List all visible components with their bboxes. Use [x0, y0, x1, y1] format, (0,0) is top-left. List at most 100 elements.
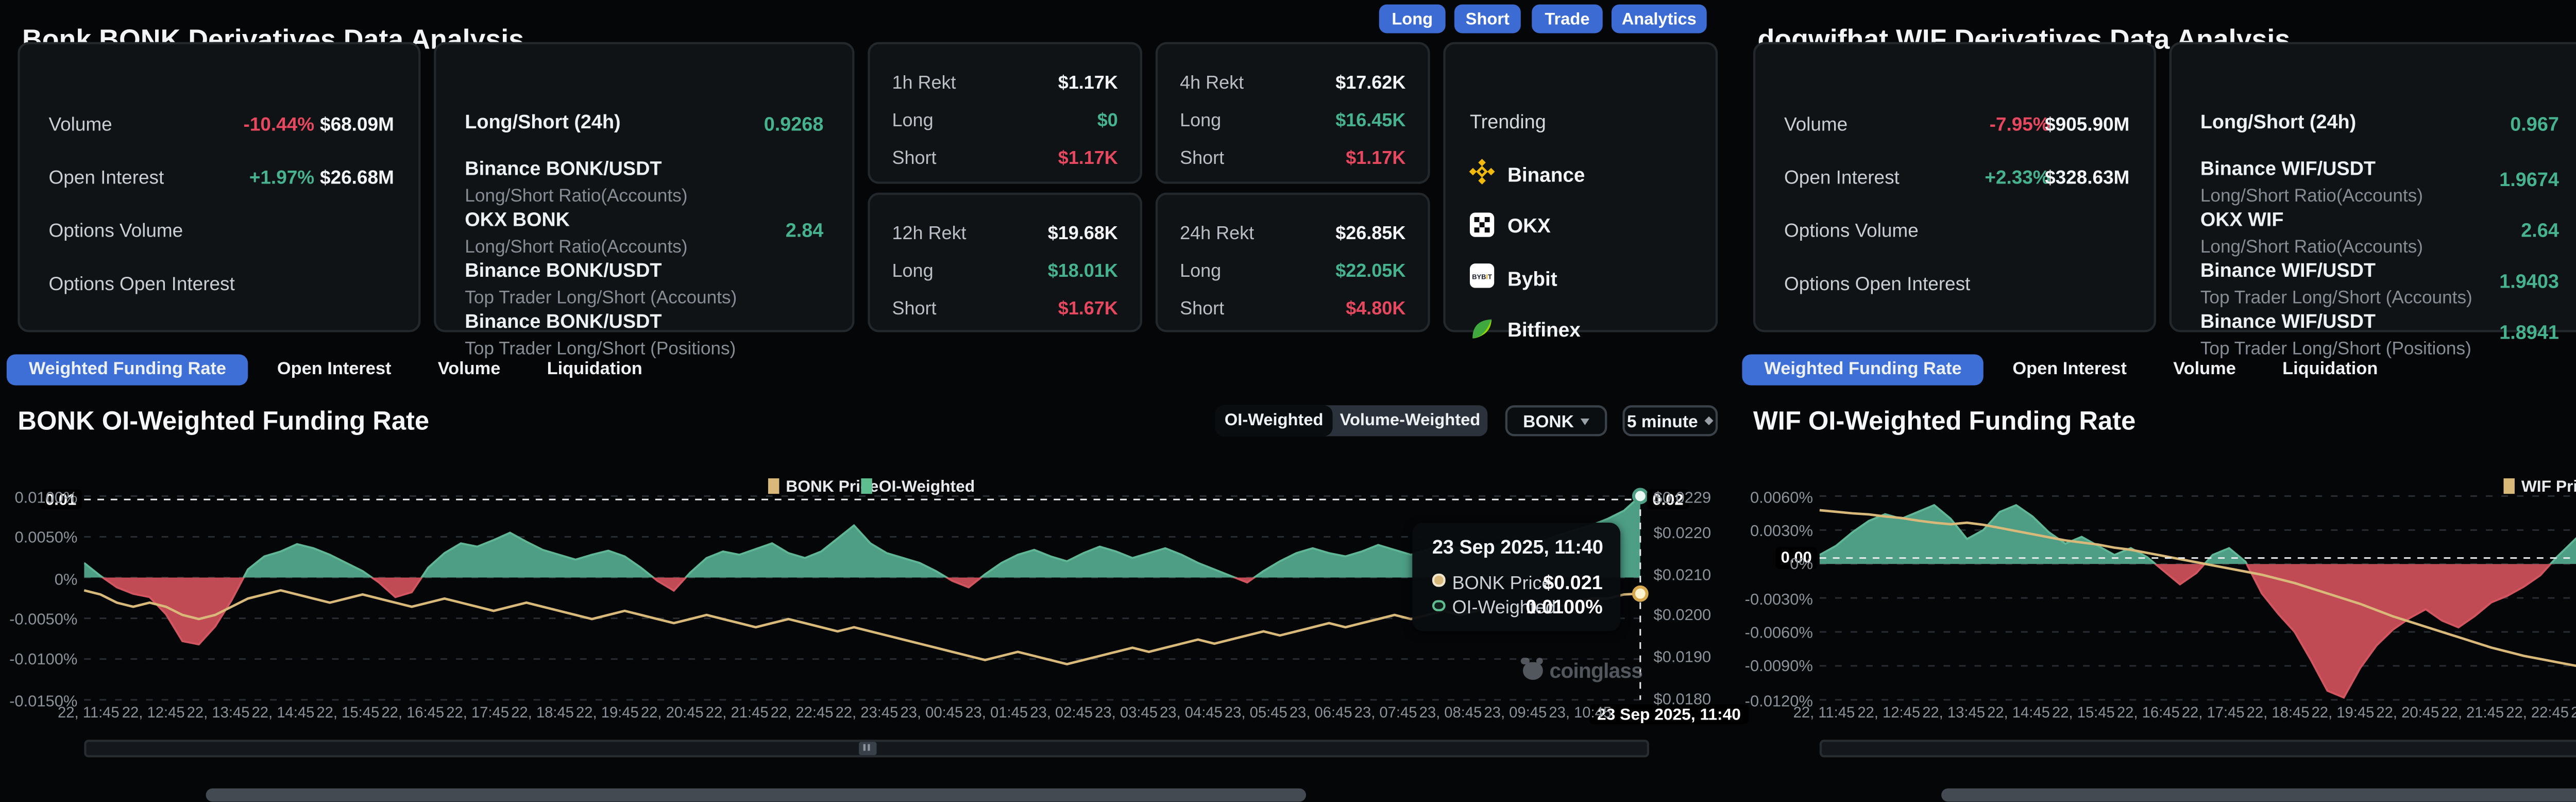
long-button[interactable]: Long [1379, 5, 1446, 34]
stat-label: Volume [49, 113, 112, 135]
ratio-title: OKX BONK [465, 208, 823, 230]
price-axis-label: $0.0220 [1654, 524, 1711, 544]
oi-dot-icon [1432, 599, 1445, 611]
header-actions: Long Short Trade Analytics [0, 2, 1736, 33]
navigator-handle[interactable] [859, 743, 876, 755]
symbol-dropdown[interactable]: BONK [1505, 405, 1607, 436]
stat-label: Options Volume [49, 219, 183, 241]
chart-heading: WIF OI-Weighted Funding Rate [1753, 405, 2136, 436]
tab-weighted-funding-rate[interactable]: Weighted Funding Rate [1742, 355, 1984, 385]
trade-button[interactable]: Trade [1532, 5, 1602, 34]
rekt-short-label: Short [892, 146, 937, 169]
ratio-sub: Long/Short Ratio(Accounts) [2200, 236, 2559, 256]
tab-liquidation[interactable]: Liquidation [534, 355, 656, 385]
tab-open-interest[interactable]: Open Interest [264, 355, 404, 385]
interval-dropdown[interactable]: 5 minute [1622, 405, 1718, 436]
tab-weighted-funding-rate[interactable]: Weighted Funding Rate [7, 355, 248, 385]
tab-liquidation[interactable]: Liquidation [2269, 355, 2391, 385]
rekt-short-value: $1.17K [1058, 146, 1118, 169]
chart-area[interactable] [1820, 496, 2576, 699]
rekt-long-value: $16.45K [1335, 109, 1405, 131]
ratio-sub: Long/Short Ratio(Accounts) [465, 185, 823, 205]
legend-item-price[interactable]: WIF Price [2503, 475, 2576, 495]
trending-item-bybit[interactable]: BYBIT Bybit [1470, 263, 1557, 292]
chart-navigator[interactable] [1820, 739, 2576, 756]
trending-item-bitfinex[interactable]: Bitfinex [1470, 315, 1581, 344]
ratio-row: Long/Short (24h) 0.9268 [465, 111, 823, 138]
stat-row-open-interest: Open Interest +1.97% $26.68M [49, 166, 394, 190]
rekt-card-1h: 1h Rekt$1.17K Long$0 Short$1.17K [868, 42, 1142, 183]
ratio-row: OKX BONK Long/Short Ratio(Accounts) 2.84 [465, 208, 823, 253]
rekt-long-label: Long [892, 109, 934, 131]
stat-change: -7.95% [1990, 113, 2050, 135]
long-short-card: Long/Short (24h) 0.9268 Binance BONK/USD… [434, 42, 854, 332]
horizontal-scrollbar-thumb[interactable] [1941, 789, 2576, 801]
chart-tabs: Weighted Funding Rate Open Interest Volu… [7, 354, 675, 385]
rekt-long-label: Long [892, 259, 934, 281]
funding-axis-label: -0.0060% [1736, 623, 1813, 643]
coinglass-bear-icon [1523, 662, 1543, 680]
tooltip-value: $0.021 [1543, 570, 1603, 592]
rekt-total: $17.62K [1335, 71, 1405, 93]
ratio-value: 1.9674 [2499, 169, 2559, 191]
ratio-value: 2.64 [2521, 219, 2559, 241]
chart-legend: WIF Price OI-Weighted [1736, 475, 2576, 495]
chart-tooltip: 23 Sep 2025, 11:40 BONK Price $0.021 OI-… [1412, 523, 1620, 631]
stat-change: +1.97% [249, 166, 314, 188]
ratio-value: 1.9403 [2499, 270, 2559, 292]
ratio-row: Binance BONK/USDT Long/Short Ratio(Accou… [465, 157, 823, 202]
rekt-label: 24h Rekt [1180, 222, 1254, 244]
ratio-row: Binance WIF/USDT Long/Short Ratio(Accoun… [2200, 157, 2559, 202]
rekt-short-label: Short [1180, 297, 1224, 319]
ratio-title: Binance BONK/USDT [465, 157, 823, 179]
volume-weighted-segment[interactable]: Volume-Weighted [1333, 405, 1488, 436]
legend-label: WIF Price [2521, 475, 2576, 495]
price-axis-label: $0.0200 [1654, 606, 1711, 626]
legend-swatch-price [2503, 477, 2514, 493]
funding-axis-label: 0% [0, 568, 77, 588]
price-axis-label: $0.0229 [1654, 487, 1711, 507]
ratio-title: Long/Short (24h) [2200, 111, 2559, 133]
horizontal-scrollbar-thumb[interactable] [206, 789, 1306, 801]
short-button[interactable]: Short [1454, 5, 1521, 34]
app-stage: Bonk BONK Derivatives Data Analysis Long… [0, 0, 2576, 801]
stat-label: Options Open Interest [1784, 272, 1970, 294]
rekt-total: $26.85K [1335, 222, 1405, 244]
ratio-row: Binance WIF/USDT Top Trader Long/Short (… [2200, 310, 2559, 355]
tab-volume[interactable]: Volume [2160, 355, 2249, 385]
tab-open-interest[interactable]: Open Interest [1999, 355, 2140, 385]
tab-volume[interactable]: Volume [425, 355, 514, 385]
symbol-dropdown-value: BONK [1523, 411, 1574, 431]
oi-weighted-segment[interactable]: OI-Weighted [1215, 405, 1333, 436]
ratio-row: OKX WIF Long/Short Ratio(Accounts) 2.64 [2200, 208, 2559, 253]
rekt-short-label: Short [892, 297, 937, 319]
trending-item-okx[interactable]: OKX [1470, 211, 1551, 240]
stat-row-volume: Volume -7.95% $905.90M [1784, 113, 2129, 137]
funding-axis-label: -0.0100% [0, 650, 77, 670]
up-down-icon [1705, 415, 1714, 426]
funding-axis-label: 0.0100% [0, 487, 77, 507]
tooltip-value: 0.0100% [1526, 596, 1602, 618]
rekt-card-24h: 24h Rekt$26.85K Long$22.05K Short$4.80K [1156, 193, 1430, 332]
tooltip-row-oi: OI-Weighted 0.0100% [1432, 596, 1603, 616]
chart-navigator[interactable] [84, 739, 1649, 756]
stat-value: $68.09M [320, 113, 394, 135]
price-axis-label: $0.0210 [1654, 564, 1711, 584]
legend-item-oi-weighted[interactable]: OI-Weighted [861, 475, 975, 495]
legend-swatch-price [768, 477, 779, 493]
trending-item-binance[interactable]: Binance [1470, 159, 1585, 188]
stat-row-options-open-interest: Options Open Interest [49, 272, 394, 296]
ratio-value: 2.84 [786, 219, 824, 241]
chevron-down-icon [1581, 417, 1589, 424]
stat-row-options-volume: Options Volume [49, 219, 394, 243]
ratio-title: OKX WIF [2200, 208, 2559, 230]
analytics-button[interactable]: Analytics [1612, 5, 1707, 34]
legend-label: OI-Weighted [879, 475, 975, 495]
funding-axis-label: 0.0030% [1736, 521, 1813, 541]
legend-swatch-oi [861, 477, 872, 493]
svg-text:BYBIT: BYBIT [1472, 273, 1492, 280]
rekt-card-12h: 12h Rekt$19.68K Long$18.01K Short$1.67K [868, 193, 1142, 332]
rekt-long-value: $18.01K [1048, 259, 1118, 281]
funding-axis-label: -0.0030% [1736, 589, 1813, 609]
rekt-long-value: $0 [1097, 109, 1118, 131]
